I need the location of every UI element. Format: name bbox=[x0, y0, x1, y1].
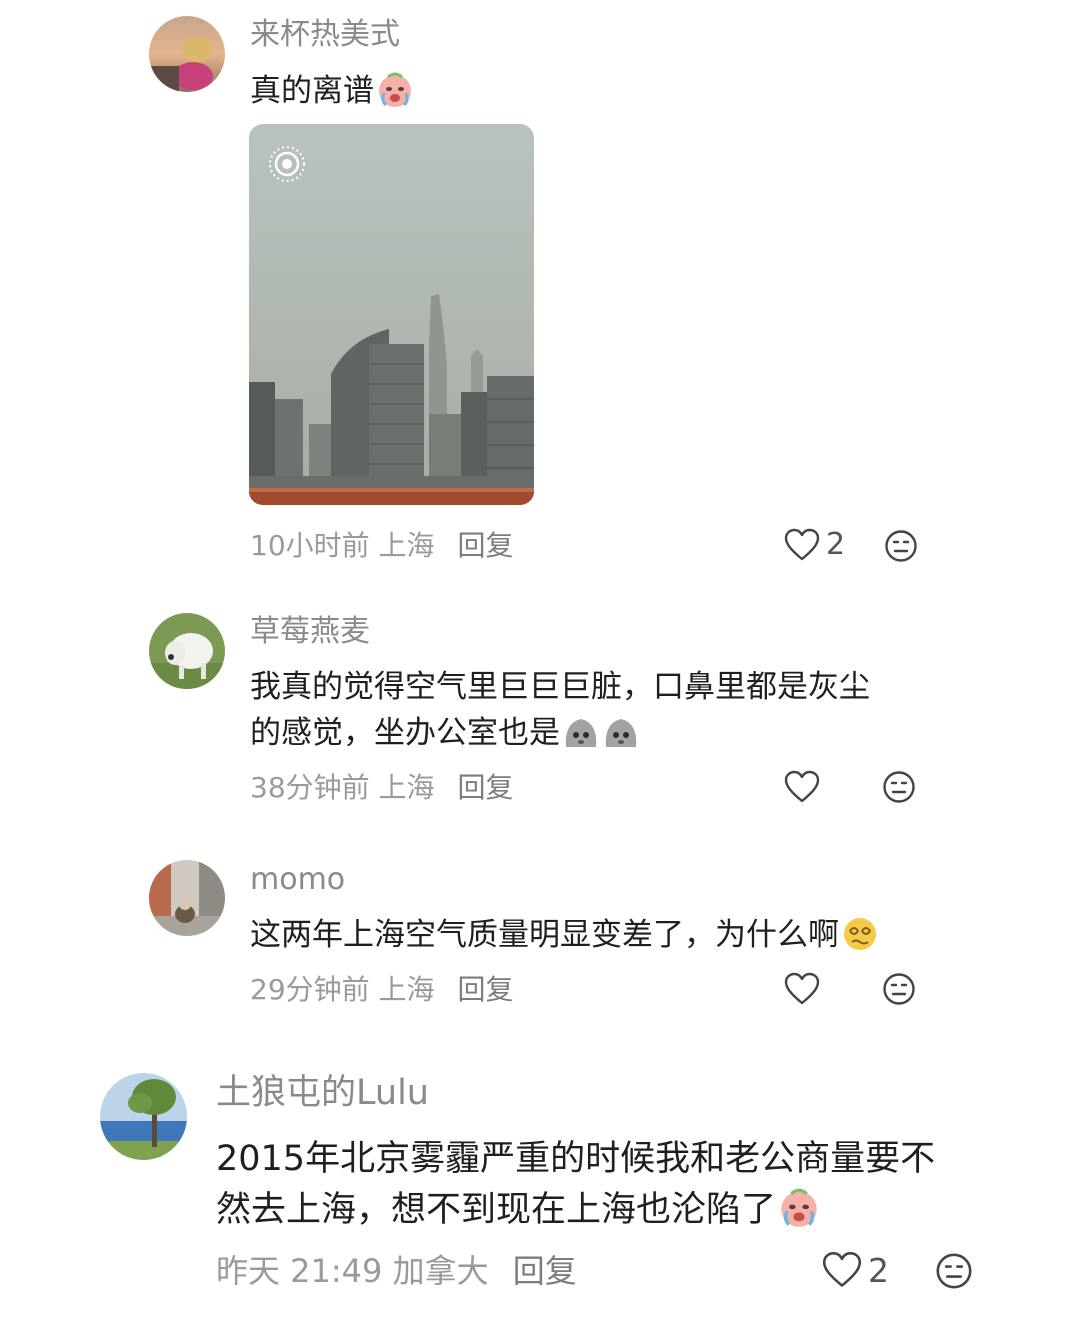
avatar[interactable] bbox=[149, 860, 225, 936]
comment-text-body: 然去上海，想不到现在上海也沦陷了 bbox=[216, 1190, 777, 1230]
neutral-face-icon[interactable] bbox=[882, 972, 916, 1006]
comment-location: 加拿大 bbox=[392, 1252, 489, 1290]
comment-time: 29分钟前 bbox=[250, 973, 370, 1006]
comment-location: 上海 bbox=[378, 973, 435, 1006]
comment-text: 真的离谱 bbox=[250, 68, 414, 114]
comment-meta: 38分钟前 上海 回复 bbox=[250, 774, 513, 802]
heart-outline-icon[interactable] bbox=[784, 770, 820, 804]
comment-text: 我真的觉得空气里巨巨巨脏，口鼻里都是灰尘 的感觉，坐办公室也是 bbox=[250, 664, 870, 756]
comment-meta: 29分钟前 上海 回复 bbox=[250, 976, 513, 1004]
gray-blob-emoji-icon bbox=[602, 713, 640, 751]
avatar[interactable] bbox=[149, 16, 225, 92]
like-count: 2 bbox=[826, 527, 846, 562]
comment-text-line: 我真的觉得空气里巨巨巨脏，口鼻里都是灰尘 bbox=[250, 669, 870, 705]
reply-button[interactable]: 回复 bbox=[457, 529, 513, 562]
heart-outline-icon[interactable] bbox=[784, 972, 820, 1006]
reply-button[interactable]: 回复 bbox=[513, 1252, 577, 1290]
avatar[interactable] bbox=[149, 613, 225, 689]
heart-outline-icon[interactable] bbox=[822, 1251, 862, 1289]
neutral-face-icon[interactable] bbox=[935, 1252, 973, 1290]
username[interactable]: momo bbox=[250, 865, 345, 895]
comment-meta: 昨天 21:49 加拿大 回复 bbox=[216, 1255, 577, 1287]
crying-face-emoji-icon bbox=[376, 71, 414, 109]
comment-text-body: 这两年上海空气质量明显变差了，为什么啊 bbox=[250, 917, 839, 953]
neutral-face-icon[interactable] bbox=[882, 770, 916, 804]
comment-location: 上海 bbox=[378, 529, 435, 562]
comment-time: 10小时前 bbox=[250, 529, 370, 562]
comment-text-line-2: 的感觉，坐办公室也是 bbox=[250, 710, 870, 756]
comment-meta: 10小时前 上海 回复 bbox=[250, 532, 513, 560]
crying-face-emoji-icon bbox=[778, 1187, 820, 1229]
comment-time: 38分钟前 bbox=[250, 771, 370, 804]
username[interactable]: 土狼屯的Lulu bbox=[216, 1076, 429, 1111]
username[interactable]: 来杯热美式 bbox=[250, 20, 400, 50]
live-photo-icon[interactable] bbox=[267, 144, 307, 184]
comment-text: 这两年上海空气质量明显变差了，为什么啊 bbox=[250, 912, 879, 958]
comment-photo[interactable] bbox=[249, 124, 534, 505]
avatar[interactable] bbox=[100, 1073, 187, 1160]
comment-text: 2015年北京雾霾严重的时候我和老公商量要不 然去上海，想不到现在上海也沦陷了 bbox=[216, 1134, 935, 1236]
heart-outline-icon[interactable] bbox=[784, 528, 820, 562]
comment-text-line: 2015年北京雾霾严重的时候我和老公商量要不 bbox=[216, 1139, 936, 1179]
reply-button[interactable]: 回复 bbox=[457, 771, 513, 804]
comment-location: 上海 bbox=[378, 771, 435, 804]
comment-time: 昨天 21:49 bbox=[216, 1252, 383, 1290]
comment-text-line-2: 然去上海，想不到现在上海也沦陷了 bbox=[216, 1185, 935, 1236]
dizzy-face-emoji-icon bbox=[841, 915, 879, 953]
username[interactable]: 草莓燕麦 bbox=[250, 617, 370, 647]
reply-button[interactable]: 回复 bbox=[457, 973, 513, 1006]
gray-blob-emoji-icon bbox=[562, 713, 600, 751]
neutral-face-icon[interactable] bbox=[884, 529, 918, 563]
comment-text-body: 的感觉，坐办公室也是 bbox=[250, 715, 560, 751]
comment-text-body: 真的离谱 bbox=[250, 73, 374, 109]
like-count: 2 bbox=[868, 1251, 889, 1290]
